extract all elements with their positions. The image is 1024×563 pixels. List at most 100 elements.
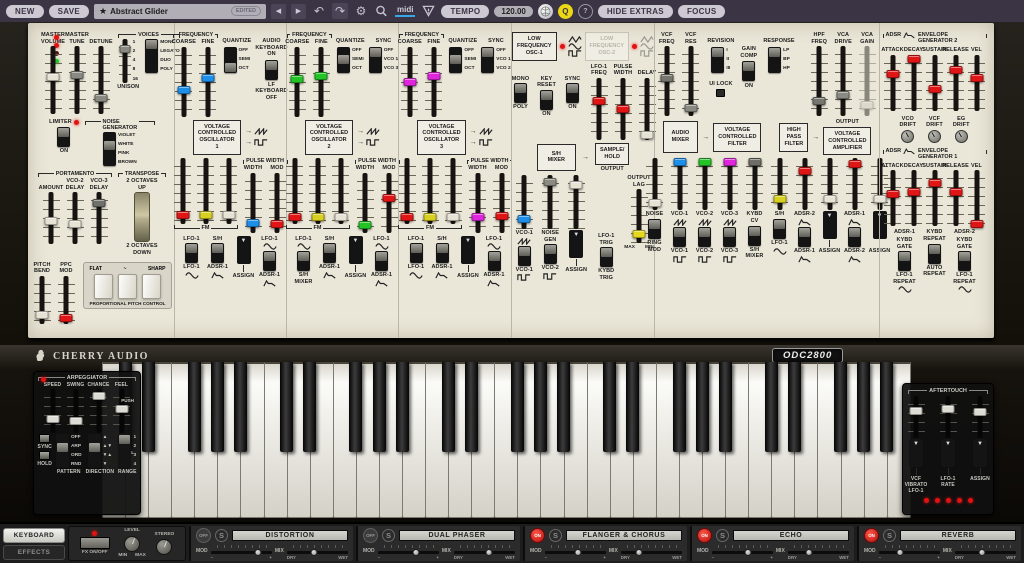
black-key[interactable] (765, 362, 778, 452)
fx-mix-handle[interactable] (636, 549, 643, 556)
slider-handle[interactable] (798, 167, 811, 175)
transpose-lever[interactable] (134, 192, 150, 242)
slider-handle[interactable] (748, 158, 761, 166)
slider-track[interactable] (905, 170, 922, 226)
fx-mix-handle[interactable] (485, 549, 492, 556)
slider-track[interactable] (197, 158, 214, 224)
black-key[interactable] (626, 362, 639, 452)
switch[interactable] (748, 226, 761, 246)
black-key[interactable] (234, 362, 247, 452)
effects-view-button[interactable]: EFFECTS (3, 545, 65, 560)
arp-sync-button[interactable] (39, 434, 50, 443)
slider-handle[interactable] (403, 78, 416, 86)
fx-solo-button[interactable]: S (716, 529, 729, 542)
slider-track[interactable] (615, 78, 632, 140)
slider-track[interactable] (174, 158, 191, 224)
slider-handle[interactable] (641, 131, 654, 139)
slider-handle[interactable] (288, 213, 301, 221)
slider-handle[interactable] (71, 71, 84, 79)
ppc-flat-pad[interactable] (94, 274, 113, 299)
slider-handle[interactable] (907, 55, 920, 63)
slider-handle[interactable] (222, 211, 235, 219)
slider-track[interactable] (968, 170, 985, 226)
assign-selector[interactable] (349, 236, 363, 264)
slider-handle[interactable] (334, 213, 347, 221)
slider-track[interactable] (113, 389, 130, 433)
slider-handle[interactable] (928, 85, 941, 93)
switch[interactable] (518, 246, 531, 266)
slider-handle[interactable] (177, 86, 190, 94)
fx-name-plate[interactable]: FLANGER & CHORUS (566, 530, 682, 541)
switch[interactable] (488, 251, 501, 271)
slider-handle[interactable] (518, 215, 531, 223)
slider-track[interactable] (43, 192, 60, 244)
slider-track[interactable] (309, 158, 326, 224)
slider-track[interactable] (884, 170, 901, 226)
slider-handle[interactable] (271, 220, 284, 228)
slider-track[interactable] (658, 46, 675, 116)
slider-handle[interactable] (773, 195, 786, 203)
black-key[interactable] (188, 362, 201, 452)
slider-handle[interactable] (723, 158, 736, 166)
slider-handle[interactable] (970, 74, 983, 82)
fx-mix-slider[interactable]: DRYWET (955, 545, 1016, 554)
slider-track[interactable] (425, 47, 442, 117)
slider-handle[interactable] (311, 213, 324, 221)
slider-handle[interactable] (949, 66, 962, 74)
knob[interactable] (955, 130, 968, 143)
slider-track[interactable] (357, 173, 374, 233)
slider-track[interactable] (422, 158, 439, 224)
fx-mix-handle[interactable] (979, 549, 986, 556)
slider-track[interactable] (286, 158, 303, 224)
slider-handle[interactable] (928, 179, 941, 187)
slider-track[interactable] (399, 158, 416, 224)
switch[interactable] (723, 227, 736, 247)
ppc-sharp-pad[interactable] (142, 274, 161, 299)
switch[interactable] (263, 251, 276, 271)
assign-selector[interactable] (973, 439, 987, 467)
hide-extras-button[interactable]: HIDE EXTRAS (598, 5, 673, 18)
slider-track[interactable] (34, 276, 51, 324)
arp-pattern-switch[interactable] (56, 434, 69, 468)
slider-track[interactable] (746, 158, 763, 210)
slider-track[interactable] (269, 173, 286, 233)
slider-track[interactable] (90, 389, 107, 433)
slider-handle[interactable] (648, 199, 661, 207)
knob[interactable] (928, 130, 941, 143)
fx-stereo-knob[interactable] (156, 539, 172, 555)
fx-name-plate[interactable]: DUAL PHASER (399, 530, 515, 541)
slider-handle[interactable] (247, 219, 260, 227)
fx-mod-handle[interactable] (575, 549, 582, 556)
black-key[interactable] (673, 362, 686, 452)
slider-track[interactable] (93, 46, 110, 114)
tempo-value[interactable]: 120.00 (494, 6, 532, 17)
slider-track[interactable] (542, 175, 559, 229)
star-icon[interactable]: ★ (99, 7, 107, 16)
black-key[interactable] (373, 362, 386, 452)
prev-preset-button[interactable]: ◀ (271, 4, 286, 19)
fx-solo-button[interactable]: S (883, 529, 896, 542)
slider-track[interactable] (835, 46, 852, 116)
slider-handle[interactable] (974, 408, 987, 416)
black-key[interactable] (834, 362, 847, 452)
slider-track[interactable] (591, 78, 608, 140)
limiter-switch[interactable] (57, 127, 70, 147)
arp-range-switch[interactable] (118, 434, 131, 468)
slider-track[interactable] (972, 396, 989, 438)
switch[interactable] (540, 90, 553, 110)
assign-selector[interactable] (461, 236, 475, 264)
slider-handle[interactable] (949, 188, 962, 196)
slider-track[interactable] (639, 78, 656, 140)
switch[interactable] (185, 243, 198, 263)
slider-track[interactable] (67, 192, 84, 244)
slider-handle[interactable] (46, 415, 59, 423)
next-preset-button[interactable]: ▶ (291, 4, 306, 19)
fx-power-button[interactable]: ON (697, 528, 712, 543)
fx-mod-slider[interactable]: –+ (712, 545, 773, 554)
slider-handle[interactable] (95, 94, 108, 102)
fx-mix-slider[interactable]: DRYWET (287, 545, 348, 554)
black-key[interactable] (603, 362, 616, 452)
fx-power-button[interactable]: OFF (196, 528, 211, 543)
black-key[interactable] (396, 362, 409, 452)
switch[interactable] (514, 83, 527, 103)
